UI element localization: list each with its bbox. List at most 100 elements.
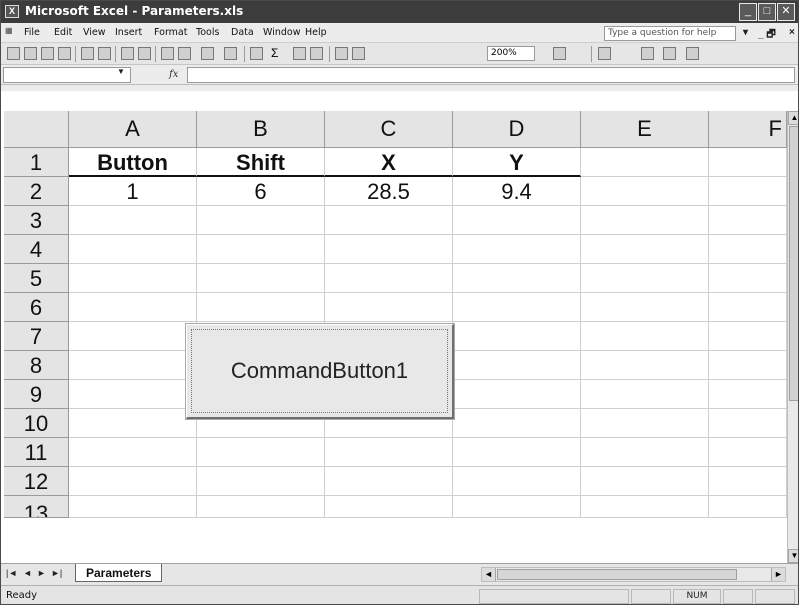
vertical-scrollbar[interactable]: ▲ ▼ — [787, 111, 798, 563]
next-sheet-icon[interactable]: ► — [37, 568, 46, 578]
row-header-1[interactable]: 1 — [4, 148, 69, 177]
cell-f12[interactable] — [709, 467, 787, 496]
row-header-6[interactable]: 6 — [4, 293, 69, 322]
sort-ascending-icon[interactable] — [293, 47, 306, 60]
cell-d1[interactable]: Y — [453, 148, 581, 177]
tool-icon[interactable] — [663, 47, 676, 60]
cell-f2[interactable] — [709, 177, 787, 206]
autosum-icon[interactable]: Σ — [271, 46, 278, 60]
cell-c5[interactable] — [325, 264, 453, 293]
cell-f13[interactable] — [709, 496, 787, 518]
cell-f9[interactable] — [709, 380, 787, 409]
name-box-dropdown-icon[interactable]: ▼ — [117, 67, 125, 76]
paste-icon[interactable] — [178, 47, 191, 60]
draw-icon[interactable] — [641, 47, 654, 60]
row-header-13[interactable]: 13 — [4, 496, 69, 518]
cell-c3[interactable] — [325, 206, 453, 235]
cell-c6[interactable] — [325, 293, 453, 322]
cell-a6[interactable] — [69, 293, 197, 322]
cell-d5[interactable] — [453, 264, 581, 293]
save-icon[interactable] — [41, 47, 54, 60]
horizontal-scrollbar[interactable]: ◄ ► — [481, 567, 786, 582]
menu-window[interactable]: Window — [263, 27, 300, 38]
column-header-e[interactable]: E — [581, 111, 709, 148]
menu-format[interactable]: Format — [154, 27, 187, 38]
cell-f3[interactable] — [709, 206, 787, 235]
copy-icon[interactable] — [161, 47, 174, 60]
cell-a10[interactable] — [69, 409, 197, 438]
cell-d4[interactable] — [453, 235, 581, 264]
cell-a12[interactable] — [69, 467, 197, 496]
new-icon[interactable] — [7, 47, 20, 60]
cell-c1[interactable]: X — [325, 148, 453, 177]
cell-a2[interactable]: 1 — [69, 177, 197, 206]
last-sheet-icon[interactable]: ►| — [51, 568, 62, 578]
row-header-11[interactable]: 11 — [4, 438, 69, 467]
row-header-5[interactable]: 5 — [4, 264, 69, 293]
cell-c2[interactable]: 28.5 — [325, 177, 453, 206]
cell-e1[interactable] — [581, 148, 709, 177]
cell-e9[interactable] — [581, 380, 709, 409]
close-button[interactable]: ✕ — [777, 3, 795, 21]
cell-b1[interactable]: Shift — [197, 148, 325, 177]
column-header-a[interactable]: A — [69, 111, 197, 148]
row-header-3[interactable]: 3 — [4, 206, 69, 235]
cell-b2[interactable]: 6 — [197, 177, 325, 206]
help-search-input[interactable]: Type a question for help — [604, 26, 736, 41]
menu-view[interactable]: View — [83, 27, 106, 38]
undo-icon[interactable] — [201, 47, 214, 60]
row-header-12[interactable]: 12 — [4, 467, 69, 496]
first-sheet-icon[interactable]: |◄ — [6, 568, 17, 578]
cell-c12[interactable] — [325, 467, 453, 496]
column-header-b[interactable]: B — [197, 111, 325, 148]
restore-button[interactable]: □ — [758, 3, 776, 21]
prev-sheet-icon[interactable]: ◄ — [23, 568, 32, 578]
row-header-7[interactable]: 7 — [4, 322, 69, 351]
cell-e6[interactable] — [581, 293, 709, 322]
print-preview-icon[interactable] — [98, 47, 111, 60]
cell-a8[interactable] — [69, 351, 197, 380]
row-header-9[interactable]: 9 — [4, 380, 69, 409]
cell-e8[interactable] — [581, 351, 709, 380]
menu-data[interactable]: Data — [231, 27, 254, 38]
cell-d10[interactable] — [453, 409, 581, 438]
cell-b11[interactable] — [197, 438, 325, 467]
cell-b13[interactable] — [197, 496, 325, 518]
cell-a11[interactable] — [69, 438, 197, 467]
redo-icon[interactable] — [224, 47, 237, 60]
column-header-c[interactable]: C — [325, 111, 453, 148]
cell-b12[interactable] — [197, 467, 325, 496]
cell-e2[interactable] — [581, 177, 709, 206]
cell-a5[interactable] — [69, 264, 197, 293]
cell-a13[interactable] — [69, 496, 197, 518]
command-button[interactable]: CommandButton1 — [186, 324, 454, 419]
cell-c11[interactable] — [325, 438, 453, 467]
scroll-down-icon[interactable]: ▼ — [788, 549, 798, 563]
cell-e13[interactable] — [581, 496, 709, 518]
column-header-f[interactable]: F — [709, 111, 787, 148]
menu-tools[interactable]: Tools — [196, 27, 219, 38]
cell-a7[interactable] — [69, 322, 197, 351]
permission-icon[interactable] — [58, 47, 71, 60]
name-box[interactable] — [3, 67, 131, 83]
drawing-icon[interactable] — [352, 47, 365, 60]
menu-insert[interactable]: Insert — [115, 27, 142, 38]
cell-e3[interactable] — [581, 206, 709, 235]
research-icon[interactable] — [138, 47, 151, 60]
sheet-tab-parameters[interactable]: Parameters — [75, 564, 163, 582]
row-header-4[interactable]: 4 — [4, 235, 69, 264]
column-header-d[interactable]: D — [453, 111, 581, 148]
cell-f5[interactable] — [709, 264, 787, 293]
cell-d12[interactable] — [453, 467, 581, 496]
cell-f4[interactable] — [709, 235, 787, 264]
cell-d9[interactable] — [453, 380, 581, 409]
hyperlink-icon[interactable] — [250, 47, 263, 60]
doc-restore-button[interactable]: _ 🗗 — [758, 27, 776, 44]
insert-function-icon[interactable]: fx — [169, 69, 178, 80]
formula-input[interactable] — [187, 67, 795, 83]
chart-icon[interactable] — [686, 47, 699, 60]
cell-b4[interactable] — [197, 235, 325, 264]
doc-close-button[interactable]: × — [789, 27, 795, 38]
cell-e12[interactable] — [581, 467, 709, 496]
chart-wizard-icon[interactable] — [335, 47, 348, 60]
